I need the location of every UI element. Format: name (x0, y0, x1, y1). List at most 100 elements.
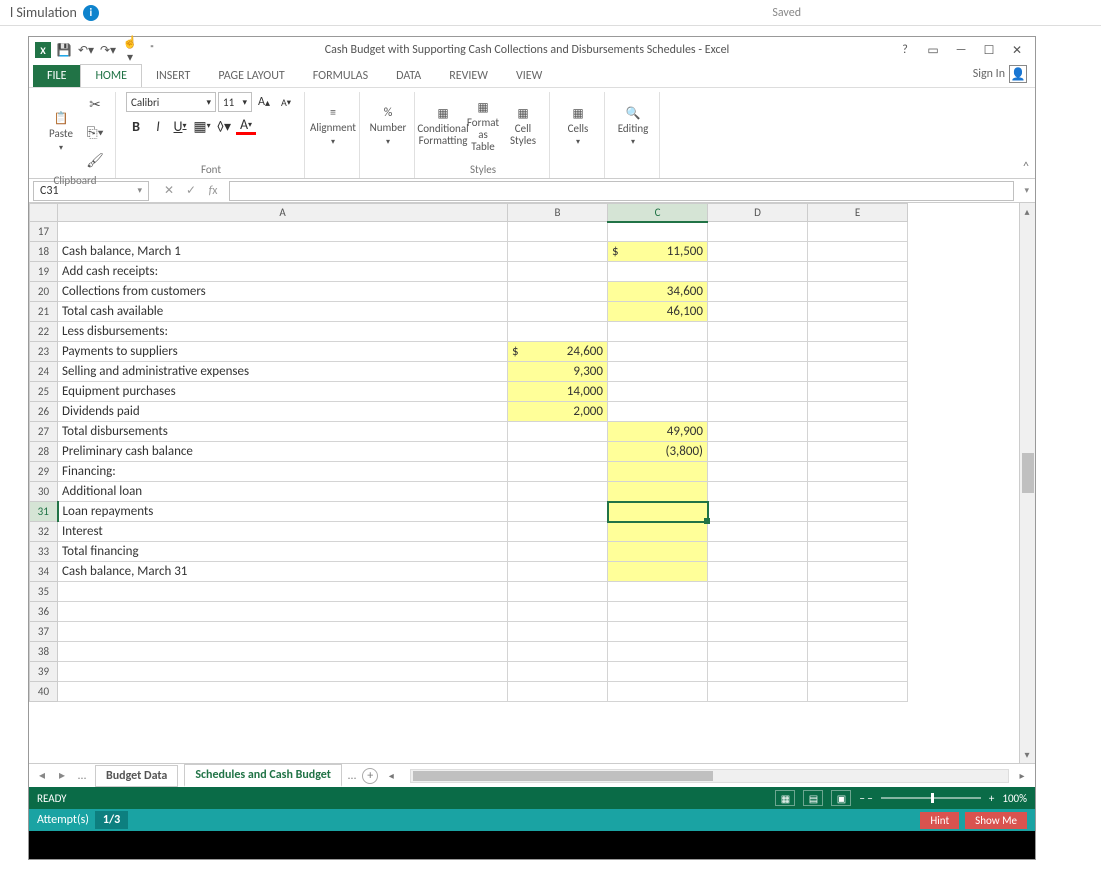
cell-D19[interactable] (708, 262, 808, 282)
horizontal-scrollbar[interactable] (410, 769, 1009, 783)
cell-C23[interactable] (608, 342, 708, 362)
cell-D35[interactable] (708, 582, 808, 602)
conditional-formatting-button[interactable]: ▦Conditional Formatting (425, 106, 461, 148)
zoom-in-icon[interactable]: + (989, 792, 994, 805)
formula-input[interactable] (229, 181, 1014, 201)
cell-B26[interactable]: 2,000 (508, 402, 608, 422)
row-header-19[interactable]: 19 (30, 262, 58, 282)
row-header-39[interactable]: 39 (30, 662, 58, 682)
editing-button[interactable]: 🔍Editing▾ (615, 106, 651, 148)
cell-C22[interactable] (608, 322, 708, 342)
cell-D40[interactable] (708, 682, 808, 702)
col-header-B[interactable]: B (508, 204, 608, 222)
hscroll-left-icon[interactable]: ◂ (384, 769, 398, 782)
cell-E35[interactable] (808, 582, 908, 602)
collapse-ribbon-icon[interactable]: ^ (1023, 160, 1029, 174)
cell-A33[interactable]: Total financing (58, 542, 508, 562)
cell-D22[interactable] (708, 322, 808, 342)
zoom-out-icon[interactable]: − − (859, 792, 872, 805)
cell-D28[interactable] (708, 442, 808, 462)
cell-A27[interactable]: Total disbursements (58, 422, 508, 442)
tab-review[interactable]: REVIEW (435, 65, 502, 87)
undo-icon[interactable]: ↶▾ (77, 43, 95, 58)
cell-E32[interactable] (808, 522, 908, 542)
cell-B24[interactable]: 9,300 (508, 362, 608, 382)
show-me-button[interactable]: Show Me (965, 812, 1027, 829)
view-page-break-icon[interactable]: ▣ (831, 790, 851, 806)
font-name-select[interactable]: Calibri▾ (126, 92, 216, 112)
underline-button[interactable]: U ▾ (170, 116, 190, 136)
row-header-33[interactable]: 33 (30, 542, 58, 562)
touch-icon[interactable]: ☝▾ (121, 35, 139, 65)
cell-D18[interactable] (708, 242, 808, 262)
cell-C33[interactable] (608, 542, 708, 562)
cell-B40[interactable] (508, 682, 608, 702)
format-as-table-button[interactable]: ▦Format as Table (465, 106, 501, 148)
cell-A30[interactable]: Additional loan (58, 482, 508, 502)
alignment-button[interactable]: ≡Alignment▾ (315, 106, 351, 148)
font-size-select[interactable]: 11▾ (218, 92, 252, 112)
tab-view[interactable]: VIEW (502, 65, 556, 87)
cell-C36[interactable] (608, 602, 708, 622)
cell-D26[interactable] (708, 402, 808, 422)
maximize-icon[interactable]: ☐ (977, 43, 1001, 58)
cut-icon[interactable]: ✂ (83, 92, 107, 116)
cell-C31[interactable] (608, 502, 708, 522)
tab-file[interactable]: FILE (33, 65, 80, 87)
qat-more-icon[interactable]: ⁼ (143, 43, 161, 57)
sheet-nav-more-icon[interactable]: … (75, 769, 89, 783)
row-header-34[interactable]: 34 (30, 562, 58, 582)
cell-D33[interactable] (708, 542, 808, 562)
cell-C26[interactable] (608, 402, 708, 422)
fx-insert-icon[interactable]: fx (203, 184, 223, 198)
add-sheet-icon[interactable]: + (362, 768, 378, 784)
select-all-corner[interactable] (30, 204, 58, 222)
cell-E25[interactable] (808, 382, 908, 402)
redo-icon[interactable]: ↷▾ (99, 43, 117, 58)
cell-C25[interactable] (608, 382, 708, 402)
cell-E40[interactable] (808, 682, 908, 702)
fx-cancel-icon[interactable]: ✕ (159, 183, 179, 198)
cell-A37[interactable] (58, 622, 508, 642)
row-header-31[interactable]: 31 (30, 502, 58, 522)
cell-D36[interactable] (708, 602, 808, 622)
cell-D24[interactable] (708, 362, 808, 382)
cell-E28[interactable] (808, 442, 908, 462)
cell-E27[interactable] (808, 422, 908, 442)
cell-E36[interactable] (808, 602, 908, 622)
cell-D30[interactable] (708, 482, 808, 502)
cell-B39[interactable] (508, 662, 608, 682)
cell-B34[interactable] (508, 562, 608, 582)
row-header-25[interactable]: 25 (30, 382, 58, 402)
cell-B35[interactable] (508, 582, 608, 602)
row-header-26[interactable]: 26 (30, 402, 58, 422)
row-header-22[interactable]: 22 (30, 322, 58, 342)
cell-E24[interactable] (808, 362, 908, 382)
cell-C38[interactable] (608, 642, 708, 662)
cell-A28[interactable]: Preliminary cash balance (58, 442, 508, 462)
row-header-17[interactable]: 17 (30, 222, 58, 242)
format-painter-icon[interactable]: 🖌 (83, 148, 107, 172)
row-header-37[interactable]: 37 (30, 622, 58, 642)
cell-C40[interactable] (608, 682, 708, 702)
cell-E21[interactable] (808, 302, 908, 322)
cell-C32[interactable] (608, 522, 708, 542)
cell-D27[interactable] (708, 422, 808, 442)
tab-home[interactable]: HOME (80, 64, 142, 87)
sheet-tab-schedules[interactable]: Schedules and Cash Budget (184, 764, 342, 787)
cell-C24[interactable] (608, 362, 708, 382)
cell-B32[interactable] (508, 522, 608, 542)
cell-E38[interactable] (808, 642, 908, 662)
cell-D32[interactable] (708, 522, 808, 542)
cell-C28[interactable]: (3,800) (608, 442, 708, 462)
cell-A17[interactable] (58, 222, 508, 242)
cell-E37[interactable] (808, 622, 908, 642)
col-header-C[interactable]: C (608, 204, 708, 222)
row-header-23[interactable]: 23 (30, 342, 58, 362)
cell-A20[interactable]: Collections from customers (58, 282, 508, 302)
cell-B28[interactable] (508, 442, 608, 462)
cell-B31[interactable] (508, 502, 608, 522)
row-header-30[interactable]: 30 (30, 482, 58, 502)
cell-D25[interactable] (708, 382, 808, 402)
cell-A23[interactable]: Payments to suppliers (58, 342, 508, 362)
